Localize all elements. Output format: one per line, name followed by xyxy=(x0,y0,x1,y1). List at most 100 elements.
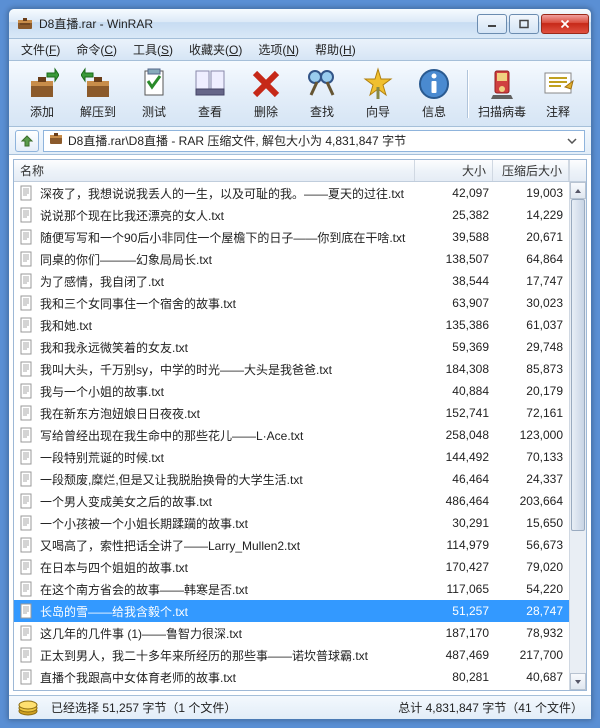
txt-file-icon xyxy=(18,251,34,267)
file-name: 在这个南方省会的故事——韩寒是否.txt xyxy=(38,581,415,598)
tool-label: 删除 xyxy=(254,103,278,120)
minimize-button[interactable] xyxy=(477,14,507,34)
find-button[interactable]: 查找 xyxy=(295,66,349,122)
table-row[interactable]: 为了感情，我自闭了.txt38,54417,747 xyxy=(14,270,569,292)
file-size: 51,257 xyxy=(415,604,491,618)
status-total: 总计 4,831,847 字节（41 个文件） xyxy=(398,699,583,716)
file-packed-size: 19,003 xyxy=(491,186,565,200)
add-button[interactable]: 添加 xyxy=(15,66,69,122)
txt-file-icon xyxy=(18,581,34,597)
comment-button[interactable]: 注释 xyxy=(531,66,585,122)
file-size: 30,291 xyxy=(415,516,491,530)
col-packed-header[interactable]: 压缩后大小 xyxy=(493,160,569,181)
scroll-down-button[interactable] xyxy=(570,673,586,690)
file-name: 随便写写和一个90后小非同住一个屋檐下的日子——你到底在干啥.txt xyxy=(38,229,415,246)
file-name: 为了感情，我自闭了.txt xyxy=(38,273,415,290)
file-size: 40,884 xyxy=(415,384,491,398)
table-row[interactable]: 我叫大头，千万别sy，中学的时光——大头是我爸爸.txt184,30885,87… xyxy=(14,358,569,380)
file-size: 42,097 xyxy=(415,186,491,200)
file-name: 一个男人变成美女之后的故事.txt xyxy=(38,493,415,510)
delete-button[interactable]: 删除 xyxy=(239,66,293,122)
file-size: 39,588 xyxy=(415,230,491,244)
txt-file-icon xyxy=(18,207,34,223)
menu-c[interactable]: 命令(C) xyxy=(68,38,125,61)
file-size: 117,065 xyxy=(415,582,491,596)
table-row[interactable]: 一段颓废,糜烂,但是又让我脱胎换骨的大学生活.txt46,46424,337 xyxy=(14,468,569,490)
table-row[interactable]: 正太到男人，我二十多年来所经历的那些事——诺坎普球霸.txt487,469217… xyxy=(14,644,569,666)
titlebar[interactable]: D8直播.rar - WinRAR xyxy=(9,9,591,39)
window-title: D8直播.rar - WinRAR xyxy=(39,15,477,32)
txt-file-icon xyxy=(18,449,34,465)
view-button[interactable]: 查看 xyxy=(183,66,237,122)
file-size: 258,048 xyxy=(415,428,491,442)
tool-label: 向导 xyxy=(366,103,390,120)
extract-button[interactable]: 解压到 xyxy=(71,66,125,122)
address-text: D8直播.rar\D8直播 - RAR 压缩文件, 解包大小为 4,831,84… xyxy=(68,132,560,149)
app-window: D8直播.rar - WinRAR 文件(F)命令(C)工具(S)收藏夹(O)选… xyxy=(8,8,592,720)
menu-h[interactable]: 帮助(H) xyxy=(307,38,364,61)
wizard-button[interactable]: 向导 xyxy=(351,66,405,122)
txt-file-icon xyxy=(18,185,34,201)
address-dropdown[interactable] xyxy=(564,138,580,144)
scroll-track[interactable] xyxy=(570,199,586,673)
table-row[interactable]: 我和我永远微笑着的女友.txt59,36929,748 xyxy=(14,336,569,358)
table-row[interactable]: 说说那个现在比我还漂亮的女人.txt25,38214,229 xyxy=(14,204,569,226)
txt-file-icon xyxy=(18,493,34,509)
view-icon xyxy=(193,67,227,101)
table-row[interactable]: 深夜了，我想说说我丢人的一生，以及可耻的我。——夏天的过往.txt42,0971… xyxy=(14,182,569,204)
file-size: 487,469 xyxy=(415,648,491,662)
scroll-thumb[interactable] xyxy=(571,199,585,531)
col-size-header[interactable]: 大小 xyxy=(415,160,493,181)
vertical-scrollbar[interactable] xyxy=(569,182,586,690)
file-packed-size: 29,748 xyxy=(491,340,565,354)
close-button[interactable] xyxy=(541,14,589,34)
virus-button[interactable]: 扫描病毒 xyxy=(475,66,529,122)
test-icon xyxy=(137,67,171,101)
txt-file-icon xyxy=(18,405,34,421)
file-packed-size: 79,020 xyxy=(491,560,565,574)
info-icon xyxy=(417,67,451,101)
virus-icon xyxy=(485,67,519,101)
tool-label: 测试 xyxy=(142,103,166,120)
menu-o[interactable]: 收藏夹(O) xyxy=(181,38,250,61)
menu-f[interactable]: 文件(F) xyxy=(13,38,68,61)
app-icon xyxy=(17,16,33,32)
test-button[interactable]: 测试 xyxy=(127,66,181,122)
scroll-up-button[interactable] xyxy=(570,182,586,199)
table-row[interactable]: 写给曾经出现在我生命中的那些花儿——L·Ace.txt258,048123,00… xyxy=(14,424,569,446)
table-row[interactable]: 做——鲁智力很深.txt131,23657,989 xyxy=(14,688,569,690)
txt-file-icon xyxy=(18,471,34,487)
address-field[interactable]: D8直播.rar\D8直播 - RAR 压缩文件, 解包大小为 4,831,84… xyxy=(43,130,585,152)
table-row[interactable]: 同桌的你们———幻象局局长.txt138,50764,864 xyxy=(14,248,569,270)
table-row[interactable]: 长岛的雪——给我含毅个.txt51,25728,747 xyxy=(14,600,569,622)
menu-s[interactable]: 工具(S) xyxy=(125,38,181,61)
table-row[interactable]: 我和三个女同事住一个宿舍的故事.txt63,90730,023 xyxy=(14,292,569,314)
table-row[interactable]: 这几年的几件事 (1)——鲁智力很深.txt187,17078,932 xyxy=(14,622,569,644)
file-size: 138,507 xyxy=(415,252,491,266)
txt-file-icon xyxy=(18,537,34,553)
maximize-button[interactable] xyxy=(509,14,539,34)
file-packed-size: 40,687 xyxy=(491,670,565,684)
table-row[interactable]: 我和她.txt135,38661,037 xyxy=(14,314,569,336)
tool-label: 查找 xyxy=(310,103,334,120)
file-name: 我和我永远微笑着的女友.txt xyxy=(38,339,415,356)
table-row[interactable]: 随便写写和一个90后小非同住一个屋檐下的日子——你到底在干啥.txt39,588… xyxy=(14,226,569,248)
table-row[interactable]: 在日本与四个姐姐的故事.txt170,42779,020 xyxy=(14,556,569,578)
table-row[interactable]: 一个小孩被一个小姐长期蹂躏的故事.txt30,29115,650 xyxy=(14,512,569,534)
table-row[interactable]: 又喝高了，索性把话全讲了——Larry_Mullen2.txt114,97956… xyxy=(14,534,569,556)
table-row[interactable]: 我与一个小姐的故事.txt40,88420,179 xyxy=(14,380,569,402)
file-name: 正太到男人，我二十多年来所经历的那些事——诺坎普球霸.txt xyxy=(38,647,415,664)
file-packed-size: 20,179 xyxy=(491,384,565,398)
txt-file-icon xyxy=(18,229,34,245)
table-row[interactable]: 在这个南方省会的故事——韩寒是否.txt117,06554,220 xyxy=(14,578,569,600)
up-button[interactable] xyxy=(15,130,39,152)
menu-n[interactable]: 选项(N) xyxy=(250,38,307,61)
file-size: 135,386 xyxy=(415,318,491,332)
table-row[interactable]: 一段特别荒诞的时候.txt144,49270,133 xyxy=(14,446,569,468)
table-row[interactable]: 我在新东方泡妞娘日日夜夜.txt152,74172,161 xyxy=(14,402,569,424)
txt-file-icon xyxy=(18,647,34,663)
table-row[interactable]: 直播个我跟高中女体育老师的故事.txt80,28140,687 xyxy=(14,666,569,688)
col-name-header[interactable]: 名称 xyxy=(14,160,415,181)
table-row[interactable]: 一个男人变成美女之后的故事.txt486,464203,664 xyxy=(14,490,569,512)
info-button[interactable]: 信息 xyxy=(407,66,461,122)
